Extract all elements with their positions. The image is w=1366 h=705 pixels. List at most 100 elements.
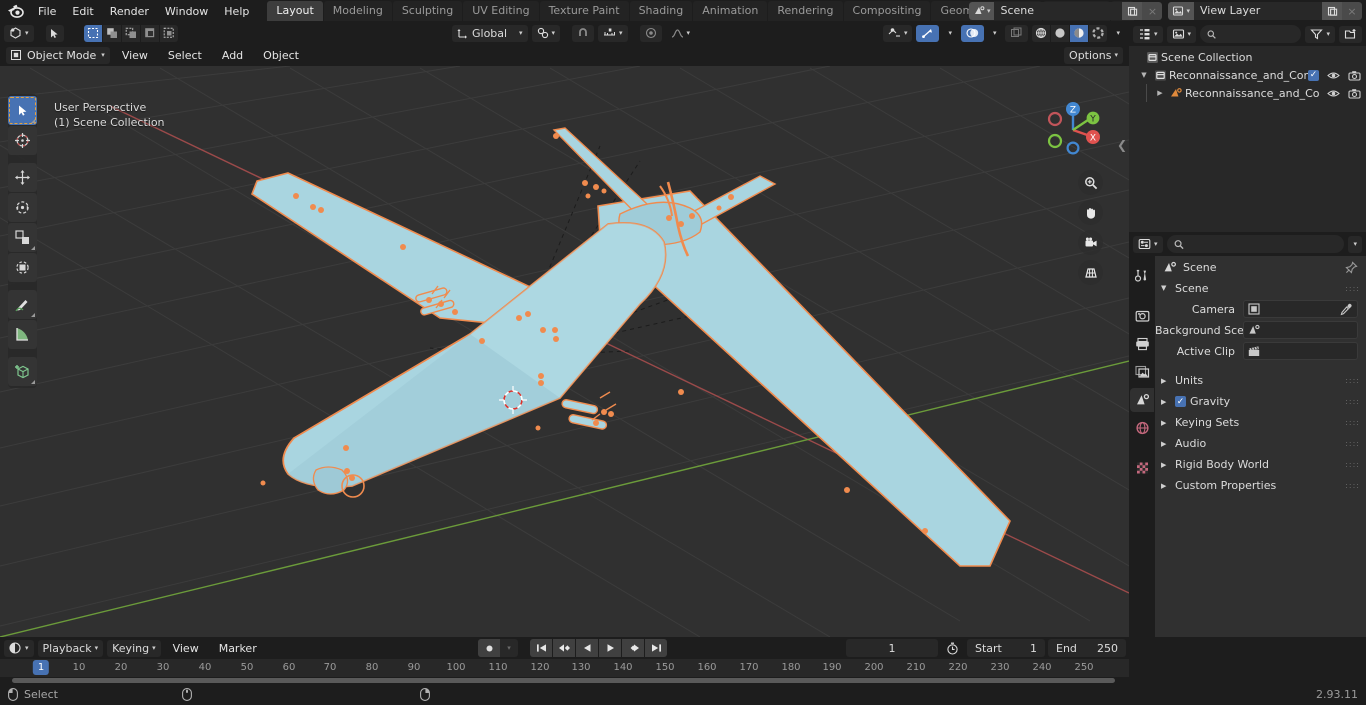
tab-modeling[interactable]: Modeling: [323, 1, 392, 21]
timeline-scrollbar-thumb[interactable]: [12, 678, 1115, 683]
auto-keyframe-dropdown[interactable]: ▾: [500, 639, 518, 657]
tool-wrench-icon[interactable]: [1130, 264, 1154, 288]
end-frame-field[interactable]: End 250: [1048, 639, 1126, 657]
render-camera-icon[interactable]: [1130, 304, 1154, 328]
menu-file[interactable]: File: [30, 3, 64, 20]
viewport-menu-add[interactable]: Add: [214, 47, 251, 64]
section-units[interactable]: ▶ Units ::::: [1155, 370, 1366, 391]
section-custom-properties[interactable]: ▶ Custom Properties ::::: [1155, 475, 1366, 496]
prev-keyframe-icon[interactable]: [553, 639, 575, 657]
properties-editor-type-icon[interactable]: ▾: [1133, 235, 1163, 253]
disclosure-triangle-right-icon[interactable]: ▶: [1153, 89, 1167, 97]
tweak-select-tool[interactable]: [8, 96, 37, 125]
tab-sculpting[interactable]: Sculpting: [392, 1, 463, 21]
viewport-canvas[interactable]: User Perspective (1) Scene Collection Z …: [0, 66, 1129, 637]
gizmo-toggle[interactable]: [916, 24, 940, 42]
disclosure-triangle-right-icon[interactable]: ▶: [1161, 482, 1169, 490]
menu-render[interactable]: Render: [102, 3, 157, 20]
texture-checker-icon[interactable]: [1130, 456, 1154, 480]
shading-rendered-icon[interactable]: [1089, 24, 1108, 42]
blender-logo-icon[interactable]: [0, 0, 30, 22]
section-audio[interactable]: ▶ Audio ::::: [1155, 433, 1366, 454]
measure-tool[interactable]: [8, 320, 37, 349]
viewport-menu-select[interactable]: Select: [160, 47, 210, 64]
disclosure-triangle-down-icon[interactable]: ▼: [1137, 71, 1151, 79]
zoom-icon[interactable]: [1078, 170, 1103, 195]
view-layer-selector[interactable]: ▾ View Layer ×: [1168, 2, 1362, 20]
play-icon[interactable]: [599, 639, 621, 657]
mode-dropdown[interactable]: Object Mode ▾: [6, 46, 110, 64]
menu-window[interactable]: Window: [157, 3, 216, 20]
current-frame-field[interactable]: 1: [846, 639, 938, 657]
active-clip-field[interactable]: [1243, 342, 1358, 360]
tab-animation[interactable]: Animation: [693, 1, 768, 21]
disclosure-triangle-right-icon[interactable]: ▶: [1161, 377, 1169, 385]
transform-tool[interactable]: [8, 253, 37, 282]
scene-cone-icon[interactable]: [1130, 388, 1154, 412]
outliner-search-input[interactable]: [1221, 27, 1295, 41]
view-layer-icon[interactable]: ▾: [1168, 2, 1194, 20]
output-printer-icon[interactable]: [1130, 332, 1154, 356]
camera-field[interactable]: [1243, 300, 1358, 318]
section-rigid-body-world[interactable]: ▶ Rigid Body World ::::: [1155, 454, 1366, 475]
select-subtract-icon[interactable]: [121, 24, 140, 42]
disclosure-triangle-right-icon[interactable]: ▶: [1161, 398, 1169, 406]
new-scene-icon[interactable]: [1122, 2, 1143, 20]
gizmo-dropdown[interactable]: ▾: [943, 25, 957, 42]
section-gravity[interactable]: ▶ ✓ Gravity ::::: [1155, 391, 1366, 412]
scene-selector[interactable]: ▾ Scene ×: [968, 2, 1163, 20]
disclosure-triangle-right-icon[interactable]: ▶: [1161, 440, 1169, 448]
unlink-view-layer-button[interactable]: ×: [1342, 2, 1362, 20]
filter-icon[interactable]: ▾: [1305, 25, 1335, 43]
timeline-editor-type-icon[interactable]: ▾: [4, 639, 34, 657]
record-icon[interactable]: [478, 639, 500, 657]
keying-dropdown[interactable]: Keying ▾: [107, 639, 161, 657]
cursor-tool[interactable]: [8, 126, 37, 155]
pin-icon[interactable]: [1345, 260, 1358, 274]
properties-search-box[interactable]: [1166, 235, 1345, 253]
shading-material-preview-icon[interactable]: [1070, 24, 1089, 42]
shading-dropdown[interactable]: ▾: [1111, 25, 1125, 42]
panel-disclosure-down-icon[interactable]: ▼: [1161, 284, 1169, 292]
outliner-display-mode-dropdown[interactable]: ▾: [1166, 25, 1197, 43]
snap-target-dropdown[interactable]: ▾: [531, 24, 561, 42]
shading-solid-icon[interactable]: [1051, 24, 1070, 42]
visibility-dropdown[interactable]: ▾: [882, 24, 913, 42]
unlink-scene-button[interactable]: ×: [1142, 2, 1163, 20]
camera-icon[interactable]: [1348, 70, 1361, 81]
add-cube-tool[interactable]: [8, 357, 37, 386]
jump-start-icon[interactable]: [530, 639, 552, 657]
tab-layout[interactable]: Layout: [267, 1, 323, 21]
cursor-arrow-icon[interactable]: [45, 24, 64, 42]
select-new-icon[interactable]: [83, 24, 102, 42]
proportional-edit-icon[interactable]: [639, 24, 662, 42]
overlays-toggle[interactable]: [960, 24, 984, 42]
properties-search-input[interactable]: [1188, 237, 1338, 251]
select-extend-icon[interactable]: [102, 24, 121, 42]
tab-uv-editing[interactable]: UV Editing: [463, 1, 539, 21]
outliner-search-box[interactable]: [1200, 25, 1302, 43]
scene-panel-header[interactable]: ▼ Scene ::::: [1155, 278, 1366, 298]
eyedropper-icon[interactable]: [1340, 303, 1353, 316]
view-layer-name-field[interactable]: View Layer: [1194, 2, 1322, 20]
timeline-scrollbar-track[interactable]: [0, 677, 1129, 684]
outliner-row-object[interactable]: ▶ Reconnaissance_and_Co: [1129, 84, 1366, 102]
snap-mode-dropdown[interactable]: ▾: [598, 24, 628, 42]
timeline-menu-marker[interactable]: Marker: [211, 640, 265, 657]
menu-help[interactable]: Help: [216, 3, 257, 20]
overlays-dropdown[interactable]: ▾: [988, 25, 1002, 42]
camera-icon[interactable]: [1348, 88, 1361, 99]
view-layer-images-icon[interactable]: [1130, 360, 1154, 384]
tab-compositing[interactable]: Compositing: [843, 1, 931, 21]
section-keying-sets[interactable]: ▶ Keying Sets ::::: [1155, 412, 1366, 433]
viewport-menu-object[interactable]: Object: [255, 47, 307, 64]
transform-orientation-dropdown[interactable]: Global ▾: [452, 24, 528, 42]
ortho-persp-icon[interactable]: [1078, 260, 1103, 285]
playhead[interactable]: 1: [32, 660, 50, 675]
gravity-checkbox[interactable]: ✓: [1175, 396, 1186, 407]
play-reverse-icon[interactable]: [576, 639, 598, 657]
proportional-falloff-dropdown[interactable]: ▾: [666, 25, 696, 42]
scene-name-field[interactable]: Scene: [994, 2, 1123, 20]
stopwatch-icon[interactable]: [941, 640, 964, 657]
shading-wireframe-icon[interactable]: [1032, 24, 1051, 42]
